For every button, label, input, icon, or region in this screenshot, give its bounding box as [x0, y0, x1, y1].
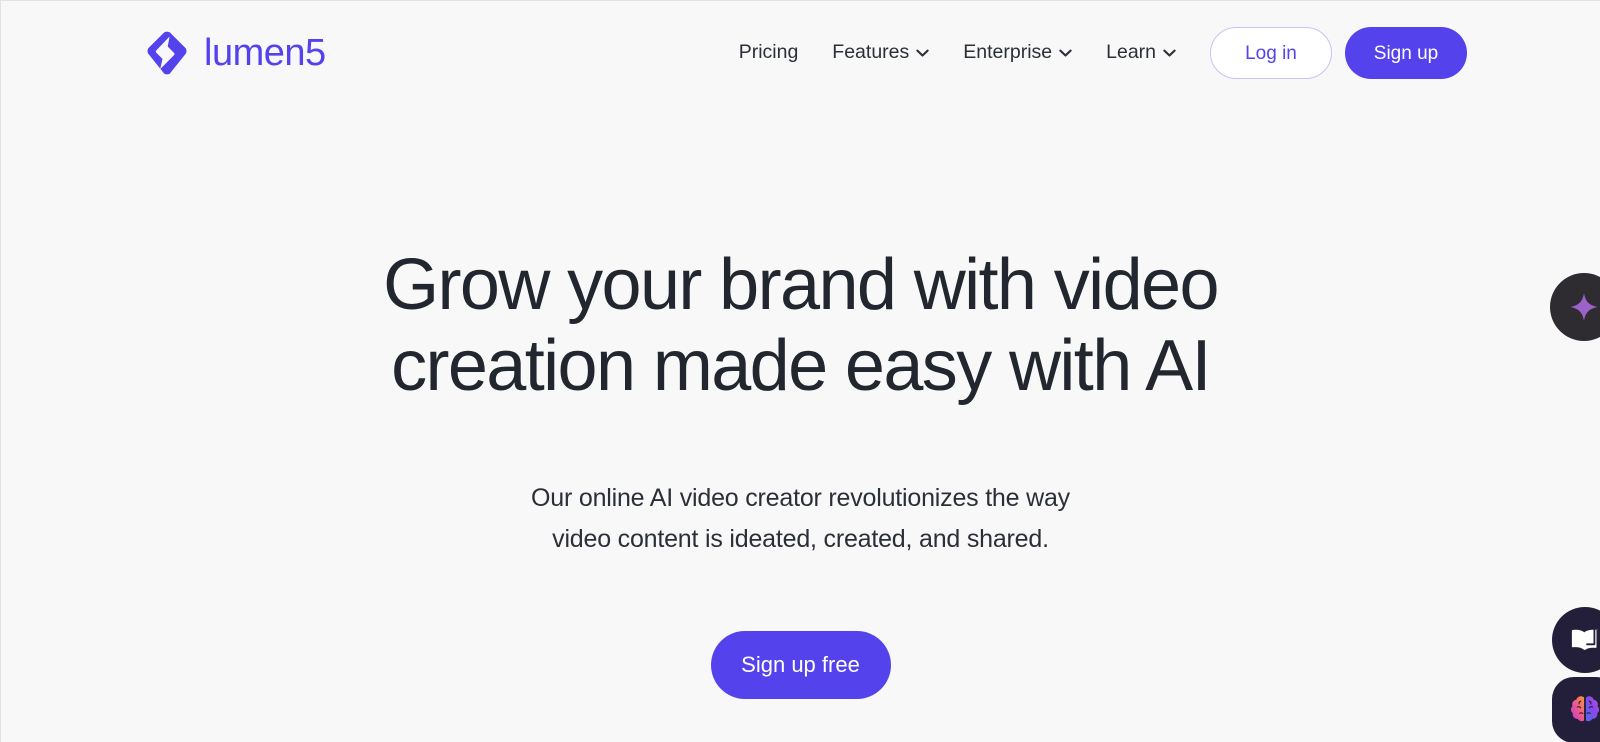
sign-up-free-button[interactable]: Sign up free — [710, 631, 891, 700]
nav-item-label: Pricing — [738, 41, 799, 64]
site-header: lumen5 Pricing Features Enterprise Learn — [1, 1, 1600, 105]
hero-title-line-1: Grow your brand with video — [383, 245, 1219, 325]
page-title: Grow your brand with video creation made… — [351, 245, 1251, 406]
header-right-group: Pricing Features Enterprise Learn Log in… — [739, 27, 1467, 79]
hero-subtitle: Our online AI video creator revolutioniz… — [1, 478, 1600, 559]
brain-icon — [1569, 695, 1600, 725]
brand-name: lumen5 — [204, 32, 326, 74]
hero-title-line-2: creation made easy with AI — [391, 325, 1211, 406]
chevron-down-icon — [916, 49, 929, 57]
nav-item-enterprise[interactable]: Enterprise — [963, 43, 1072, 63]
nav-item-pricing[interactable]: Pricing — [739, 43, 799, 63]
main-navigation: Pricing Features Enterprise Learn — [739, 43, 1176, 63]
hero-section: Grow your brand with video creation made… — [1, 105, 1600, 700]
open-book-icon — [1571, 627, 1599, 653]
sparkle-icon — [1569, 292, 1599, 322]
ai-brain-widget-button[interactable] — [1552, 677, 1600, 742]
log-in-button[interactable]: Log in — [1210, 27, 1332, 79]
nav-item-label: Enterprise — [963, 41, 1053, 64]
nav-item-features[interactable]: Features — [832, 43, 929, 63]
sign-up-button[interactable]: Sign up — [1345, 27, 1467, 79]
nav-item-label: Features — [832, 41, 910, 64]
nav-item-learn[interactable]: Learn — [1106, 43, 1176, 63]
nav-item-label: Learn — [1106, 41, 1156, 64]
lumen5-diamond-bolt-logo-icon — [144, 30, 190, 76]
hero-cta-container: Sign up free — [1, 631, 1600, 700]
brand-logo-link[interactable]: lumen5 — [144, 30, 326, 76]
chevron-down-icon — [1059, 49, 1072, 57]
hero-subtitle-line-1: Our online AI video creator revolutioniz… — [531, 484, 1070, 513]
chevron-down-icon — [1163, 49, 1176, 57]
hero-subtitle-line-2: video content is ideated, created, and s… — [552, 524, 1049, 553]
